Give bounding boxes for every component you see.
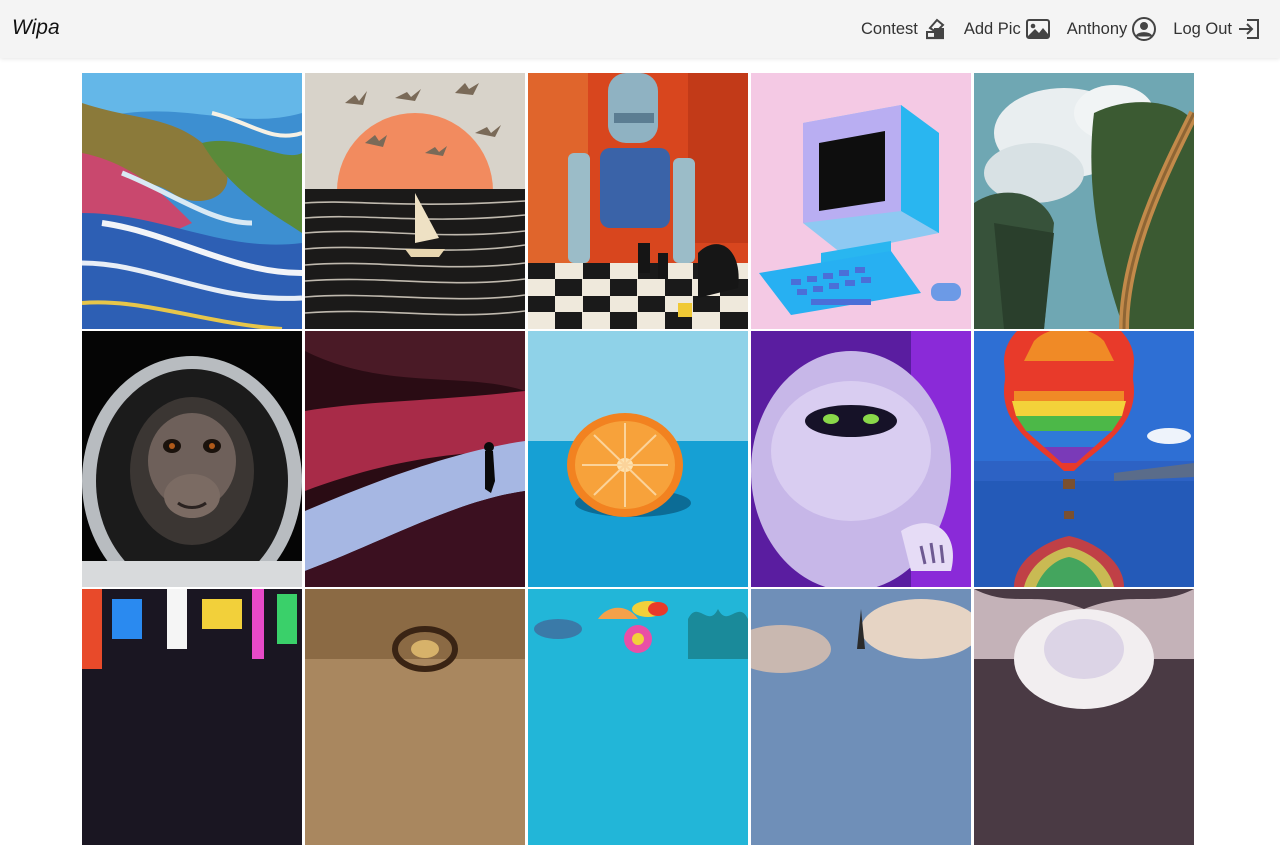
gallery-image[interactable]	[974, 331, 1194, 587]
gallery-image[interactable]	[305, 589, 525, 845]
logout-icon	[1239, 19, 1259, 39]
sailboat-sunset-birds	[305, 73, 525, 329]
gallery-image[interactable]	[751, 73, 971, 329]
nav-add-pic-link[interactable]: Add Pic	[964, 17, 1051, 41]
contest-icon	[925, 18, 945, 40]
brand-logo[interactable]: Wipa	[12, 16, 60, 40]
white-fluffy-creature	[974, 589, 1194, 845]
nav-contest-link[interactable]: Contest	[861, 16, 948, 42]
user-icon	[1132, 17, 1157, 41]
nav-profile-link[interactable]: Anthony	[1067, 16, 1158, 42]
retro-computer-illustration	[751, 73, 971, 329]
nav-logout-label: Log Out	[1173, 19, 1232, 38]
orange-half-on-blue	[528, 331, 748, 587]
gallery-image[interactable]	[528, 589, 748, 845]
cliffs-with-road-and-clouds	[974, 73, 1194, 329]
robot-playing-chess	[528, 73, 748, 329]
nav-contest-label: Contest	[860, 19, 918, 38]
gallery-image[interactable]	[751, 589, 971, 845]
impressionist-coastal-painting	[82, 73, 302, 329]
neon-city-street	[82, 589, 302, 845]
image-gallery	[82, 73, 1196, 845]
brass-pocket-object	[305, 589, 525, 845]
gallery-image[interactable]	[751, 331, 971, 587]
gallery-image[interactable]	[528, 73, 748, 329]
image-icon	[1025, 19, 1050, 39]
gallery-image[interactable]	[974, 589, 1194, 845]
nav-menu: Contest Add Pic Anthony Log Out	[845, 0, 1262, 58]
nav-profile-label: Anthony	[1066, 19, 1128, 38]
rainbow-hot-air-balloon	[974, 331, 1194, 587]
gallery-image[interactable]	[82, 73, 302, 329]
gallery-image[interactable]	[82, 589, 302, 845]
monkey-astronaut	[82, 331, 302, 587]
gallery-image[interactable]	[82, 331, 302, 587]
nav-logout-link[interactable]: Log Out	[1173, 17, 1262, 41]
figure-on-dunes	[305, 331, 525, 587]
gallery-image[interactable]	[305, 331, 525, 587]
purple-furry-creature	[751, 331, 971, 587]
gallery-image[interactable]	[305, 73, 525, 329]
underwater-reef-fish	[528, 589, 748, 845]
nav-add-pic-label: Add Pic	[963, 19, 1021, 38]
gallery-image[interactable]	[528, 331, 748, 587]
gallery-image[interactable]	[974, 73, 1194, 329]
top-navbar: Wipa Contest Add Pic Anthony Log Out	[0, 0, 1280, 58]
rocket-in-clouds	[751, 589, 971, 845]
